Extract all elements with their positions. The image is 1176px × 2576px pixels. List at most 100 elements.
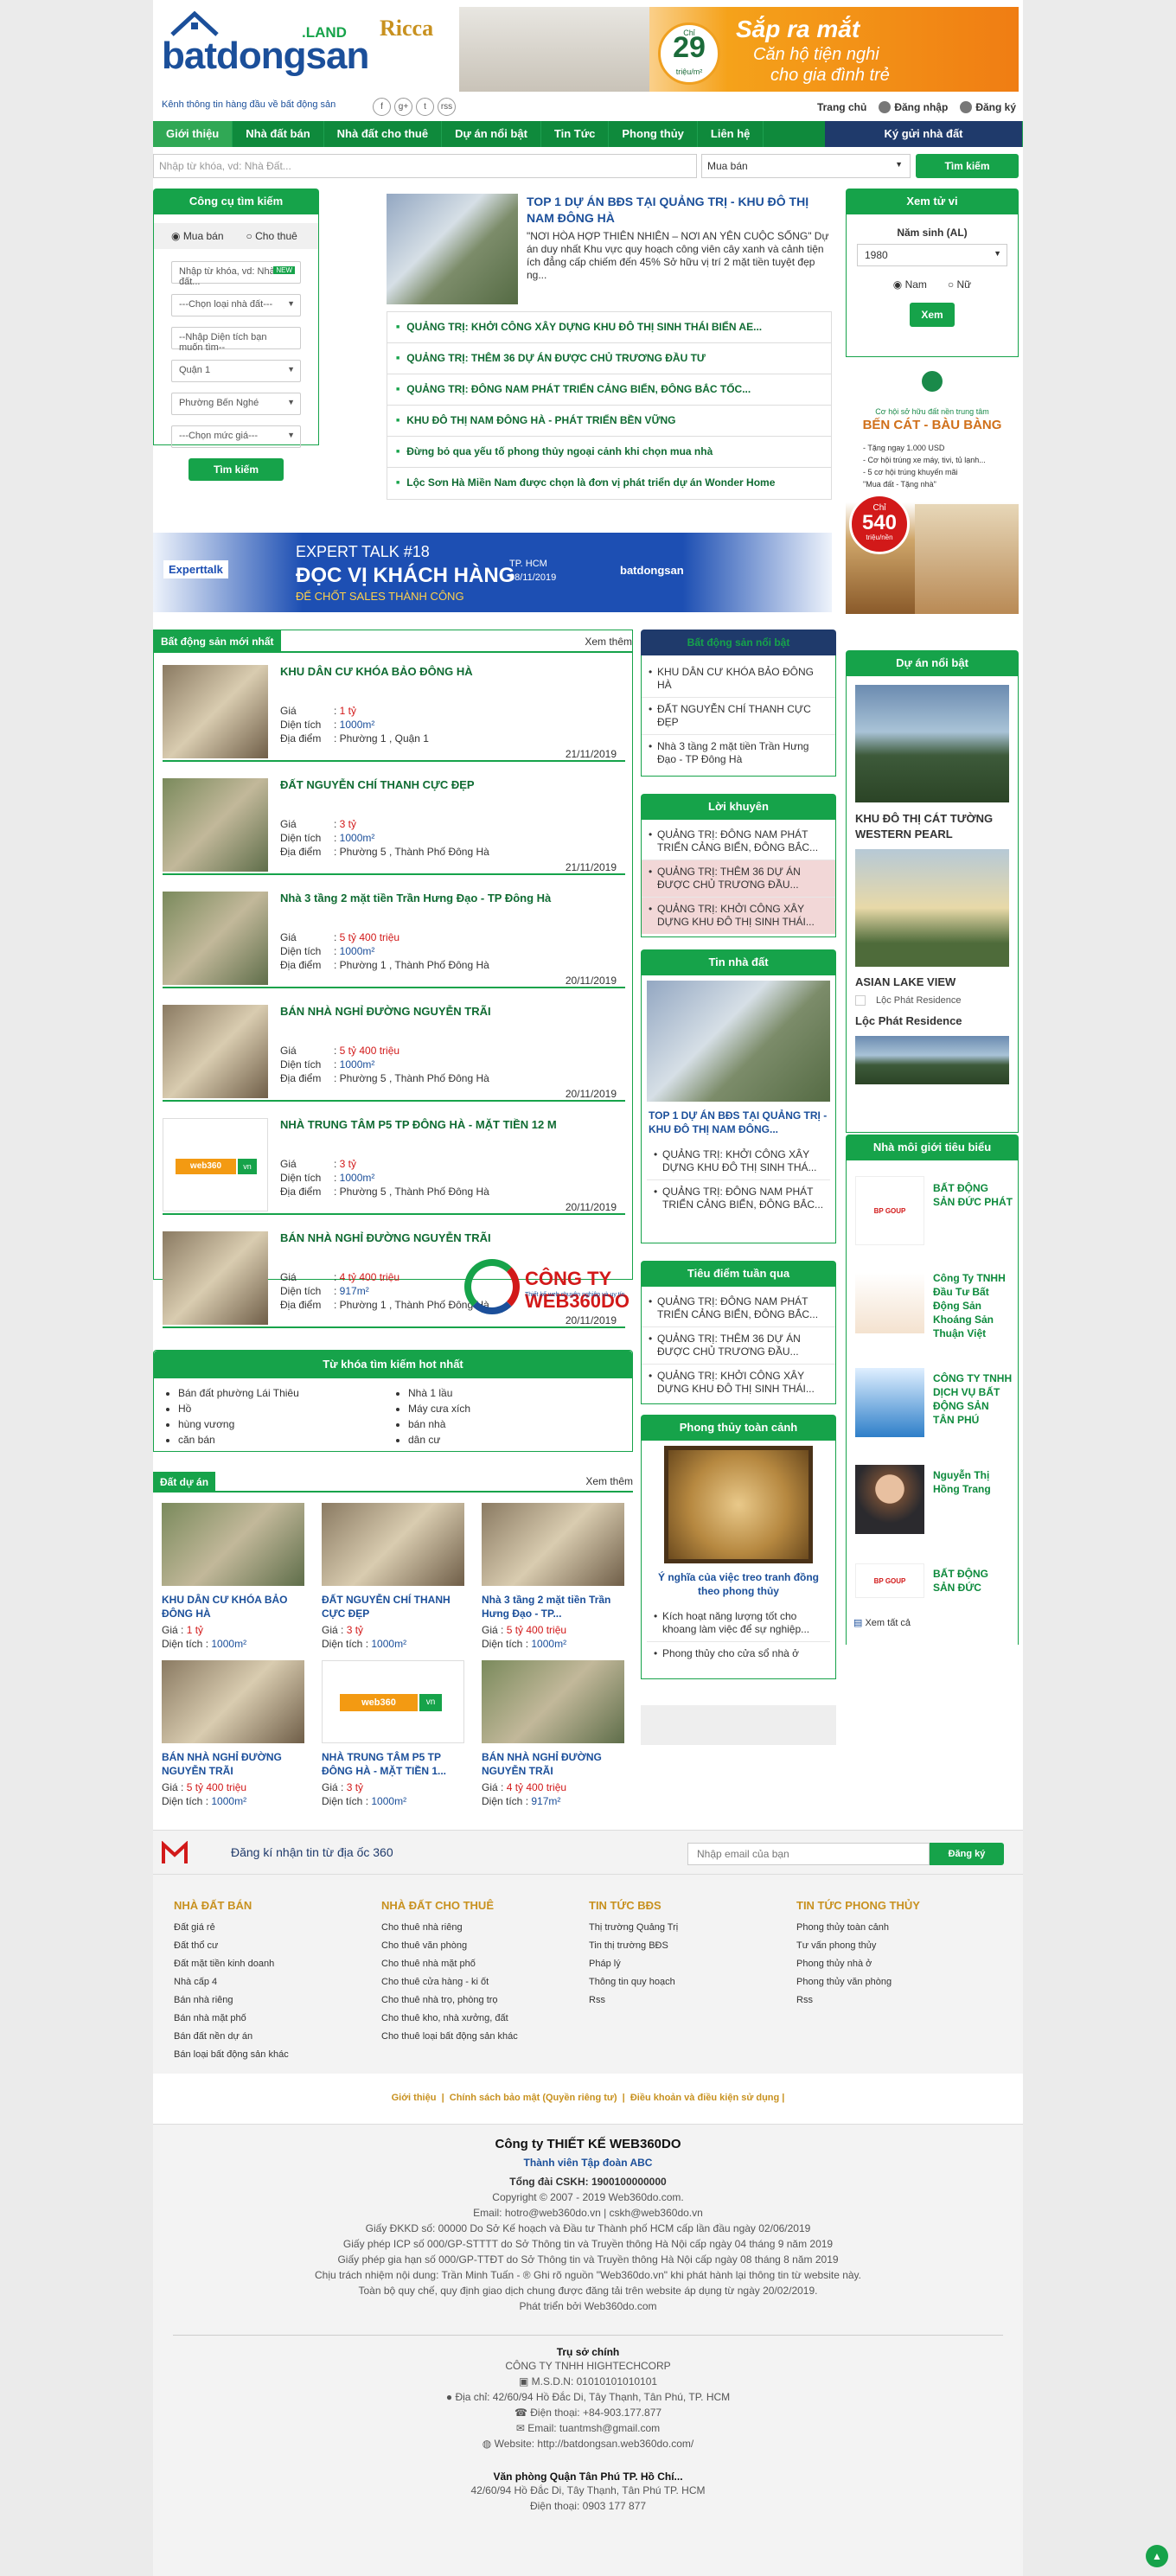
keyword-link[interactable]: Máy cưa xích — [408, 1401, 470, 1416]
footer-link[interactable]: Bán nhà riêng — [174, 1991, 373, 2010]
broker-name[interactable]: BẤT ĐỘNG SẢN ĐỨC PHÁT — [933, 1181, 1013, 1209]
project-thumbnail[interactable] — [322, 1503, 464, 1586]
footer-link[interactable]: Cho thuê nhà trọ, phòng trọ — [381, 1991, 580, 2010]
gender-male-radio[interactable]: ◉ Nam — [893, 278, 927, 291]
project-thumbnail[interactable] — [482, 1660, 624, 1743]
radio-mua-ban[interactable]: ◉ Mua bán — [171, 230, 224, 242]
keyword-link[interactable]: dân cư — [408, 1432, 470, 1448]
list-item[interactable]: QUẢNG TRỊ: KHỞI CÔNG XÂY DỰNG KHU ĐÔ THỊ… — [647, 1143, 830, 1180]
nav-du-an-noi-bat[interactable]: Dự án nổi bật — [442, 121, 541, 147]
list-item[interactable]: QUẢNG TRỊ: THÊM 36 DỰ ÁN ĐƯỢC CHỦ TRƯƠNG… — [642, 860, 835, 898]
footer-link[interactable]: Phong thủy toàn cảnh — [796, 1919, 995, 1937]
nav-nha-dat-cho-thue[interactable]: Nhà đất cho thuê — [324, 121, 443, 147]
list-item[interactable]: QUẢNG TRỊ: ĐÔNG NAM PHÁT TRIỂN CẢNG BIỂN… — [647, 1180, 830, 1217]
listing-thumbnail[interactable] — [163, 892, 268, 985]
listing-item[interactable]: KHU DÂN CƯ KHÓA BẢO ĐÔNG HÀ Giá: 1 tỷ Diện… — [163, 656, 625, 762]
keyword-link[interactable]: Bán đất phường Lái Thiêu — [178, 1385, 299, 1401]
login-link[interactable]: Đăng nhập — [879, 101, 948, 113]
radio-cho-thue[interactable]: ○ Cho thuê — [246, 230, 297, 242]
broker-name[interactable]: Công Ty TNHH Đầu Tư Bất Động Sản Khoáng … — [933, 1271, 1013, 1340]
horoscope-button[interactable]: Xem — [910, 303, 955, 327]
footer-legal-link[interactable]: Giới thiệu — [392, 2093, 437, 2103]
project-card[interactable]: BÁN NHÀ NGHỈ ĐƯỜNG NGUYỄN TRÃI Giá : 4 tỷ… — [482, 1660, 624, 1807]
listing-thumbnail[interactable] — [163, 778, 268, 872]
footer-link[interactable]: Cho thuê cửa hàng - ki ốt — [381, 1973, 580, 1991]
footer-link[interactable]: Cho thuê loại bất động sản khác — [381, 2028, 580, 2046]
broker-logo[interactable] — [855, 1368, 924, 1437]
broker-name[interactable]: CÔNG TY TNHH DỊCH VỤ BẤT ĐỘNG SẢN TÂN PH… — [933, 1371, 1013, 1427]
footer-link[interactable]: Đất giá rẻ — [174, 1919, 373, 1937]
project-image[interactable] — [855, 685, 1009, 802]
footer-link[interactable]: Cho thuê nhà mặt phố — [381, 1955, 580, 1973]
list-item[interactable]: Nhà 3 tầng 2 mặt tiền Trần Hưng Đạo - TP… — [642, 735, 835, 771]
list-item[interactable]: QUẢNG TRỊ: KHỞI CÔNG XÂY DỰNG KHU ĐÔ THỊ… — [642, 898, 835, 934]
news-link[interactable]: Lộc Sơn Hà Miền Nam được chọn là đơn vị … — [387, 468, 831, 499]
news-side-head[interactable]: TOP 1 DỰ ÁN BĐS TẠI QUẢNG TRỊ - KHU ĐÔ T… — [649, 1109, 828, 1136]
project-name[interactable]: ASIAN LAKE VIEW — [855, 975, 1009, 988]
footer-link[interactable]: Bán đất nền dự án — [174, 2028, 373, 2046]
broker-logo[interactable]: BP GOUP — [855, 1176, 924, 1245]
keyword-link[interactable]: Hồ — [178, 1401, 299, 1416]
project-card[interactable]: ĐẤT NGUYỄN CHÍ THANH CỰC ĐẸP Giá : 3 tỷ Di… — [322, 1503, 464, 1650]
listing-item[interactable]: BÁN NHÀ NGHỈ ĐƯỜNG NGUYỄN TRÃI Giá: 5 tỷ … — [163, 996, 625, 1102]
footer-link[interactable]: Cho thuê kho, nhà xưởng, đất — [381, 2010, 580, 2028]
project-card[interactable]: web360 vn NHÀ TRUNG TÂM P5 TP ĐÔNG HÀ - MẶ… — [322, 1660, 464, 1807]
nav-tin-tuc[interactable]: Tin Tức — [541, 121, 610, 147]
broker-logo[interactable] — [855, 1273, 924, 1333]
project-thumbnail[interactable] — [482, 1503, 624, 1586]
broker-name[interactable]: BẤT ĐỘNG SẢN ĐỨC — [933, 1567, 1013, 1595]
listing-thumbnail[interactable] — [163, 1231, 268, 1325]
footer-link[interactable]: Thị trường Quảng Trị — [589, 1919, 788, 1937]
project-card[interactable]: Nhà 3 tầng 2 mặt tiền Trần Hưng Đạo - TP… — [482, 1503, 624, 1650]
project-title[interactable]: Nhà 3 tầng 2 mặt tiền Trần Hưng Đạo - TP… — [482, 1593, 624, 1620]
listing-item[interactable]: web360 vn NHÀ TRUNG TÂM P5 TP ĐÔNG HÀ - MẶ… — [163, 1109, 625, 1215]
news-link[interactable]: QUẢNG TRỊ: ĐÔNG NAM PHÁT TRIỂN CẢNG BIỂN… — [387, 374, 831, 406]
facebook-icon[interactable]: f — [373, 98, 391, 116]
footer-link[interactable]: Đất mặt tiền kinh doanh — [174, 1955, 373, 1973]
list-item[interactable]: KHU DÂN CƯ KHÓA BẢO ĐÔNG HÀ — [642, 661, 835, 698]
project-card[interactable]: BÁN NHÀ NGHỈ ĐƯỜNG NGUYỄN TRÃI Giá : 5 tỷ… — [162, 1660, 304, 1807]
broker-name[interactable]: Nguyễn Thị Hồng Trang — [933, 1468, 1013, 1496]
project-image[interactable] — [855, 1036, 1009, 1085]
listing-thumbnail[interactable]: web360 vn — [163, 1118, 268, 1211]
project-title[interactable]: BÁN NHÀ NGHỈ ĐƯỜNG NGUYỄN TRÃI — [482, 1750, 624, 1778]
news-link[interactable]: Đừng bỏ qua yếu tố phong thủy ngoại cảnh… — [387, 437, 831, 468]
birth-year-select[interactable]: 1980 ▼ — [857, 244, 1007, 266]
search-input[interactable]: Nhập từ khóa, vd: Nhà Đất... — [153, 154, 697, 178]
fengshui-image[interactable] — [664, 1446, 813, 1563]
project-thumbnail[interactable]: web360 vn — [322, 1660, 464, 1743]
broker-avatar[interactable] — [855, 1465, 924, 1534]
gender-female-radio[interactable]: ○ Nữ — [948, 278, 971, 291]
listing-title[interactable]: BÁN NHÀ NGHỈ ĐƯỜNG NGUYỄN TRÃI — [280, 1231, 491, 1244]
footer-link[interactable]: Bán loại bất động sản khác — [174, 2046, 373, 2064]
search-type-select[interactable]: Mua bán ▼ — [701, 154, 911, 178]
site-logo[interactable]: batdongsan — [162, 35, 369, 78]
keyword-link[interactable]: bán nhà — [408, 1416, 470, 1432]
project-thumbnail[interactable] — [162, 1660, 304, 1743]
footer-link[interactable]: Thông tin quy hoạch — [589, 1973, 788, 1991]
footer-link[interactable]: Đất thổ cư — [174, 1937, 373, 1955]
tool-keyword-input[interactable]: Nhập từ khóa, vd: Nhà đất... NEW — [171, 261, 301, 287]
subscribe-email-input[interactable]: Nhập email của bạn — [687, 1843, 930, 1865]
nav-phong-thuy[interactable]: Phong thủy — [609, 121, 698, 147]
nav-ky-gui[interactable]: Ký gửi nhà đất — [825, 121, 1023, 147]
footer-link[interactable]: Rss — [796, 1991, 995, 2010]
footer-link[interactable]: Pháp lý — [589, 1955, 788, 1973]
listing-title[interactable]: ĐẤT NGUYỄN CHÍ THANH CỰC ĐẸP — [280, 778, 475, 791]
tool-district-select[interactable]: Quận 1 ▼ — [171, 360, 301, 382]
footer-link[interactable]: Cho thuê nhà riêng — [381, 1919, 580, 1937]
footer-legal-link[interactable]: Điều khoản và điều kiện sử dụng — [630, 2093, 779, 2103]
featured-title[interactable]: TOP 1 DỰ ÁN BĐS TẠI QUẢNG TRỊ - KHU ĐÔ T… — [527, 194, 832, 227]
list-item[interactable]: QUẢNG TRỊ: KHỞI CÔNG XÂY DỰNG KHU ĐÔ THỊ… — [642, 1365, 835, 1401]
expert-talk-banner[interactable]: Experttalk EXPERT TALK #18 ĐỌC VỊ KHÁCH … — [153, 533, 832, 612]
scroll-top-button[interactable]: ▲ — [1146, 2545, 1168, 2567]
tool-search-button[interactable]: Tìm kiếm — [189, 458, 284, 481]
side-ad-banner[interactable]: Cơ hội sở hữu đất nền trung tâm BẾN CÁT … — [846, 366, 1019, 614]
register-link[interactable]: Đăng ký — [960, 101, 1016, 113]
hq-website[interactable]: ◍ Website: http://batdongsan.web360do.co… — [153, 2436, 1023, 2451]
listing-thumbnail[interactable] — [163, 1005, 268, 1098]
nav-gioi-thieu[interactable]: Giới thiệu — [153, 121, 233, 147]
twitter-icon[interactable]: t — [416, 98, 434, 116]
listing-title[interactable]: BÁN NHÀ NGHỈ ĐƯỜNG NGUYỄN TRÃI — [280, 1005, 491, 1018]
footer-link[interactable]: Rss — [589, 1991, 788, 2010]
